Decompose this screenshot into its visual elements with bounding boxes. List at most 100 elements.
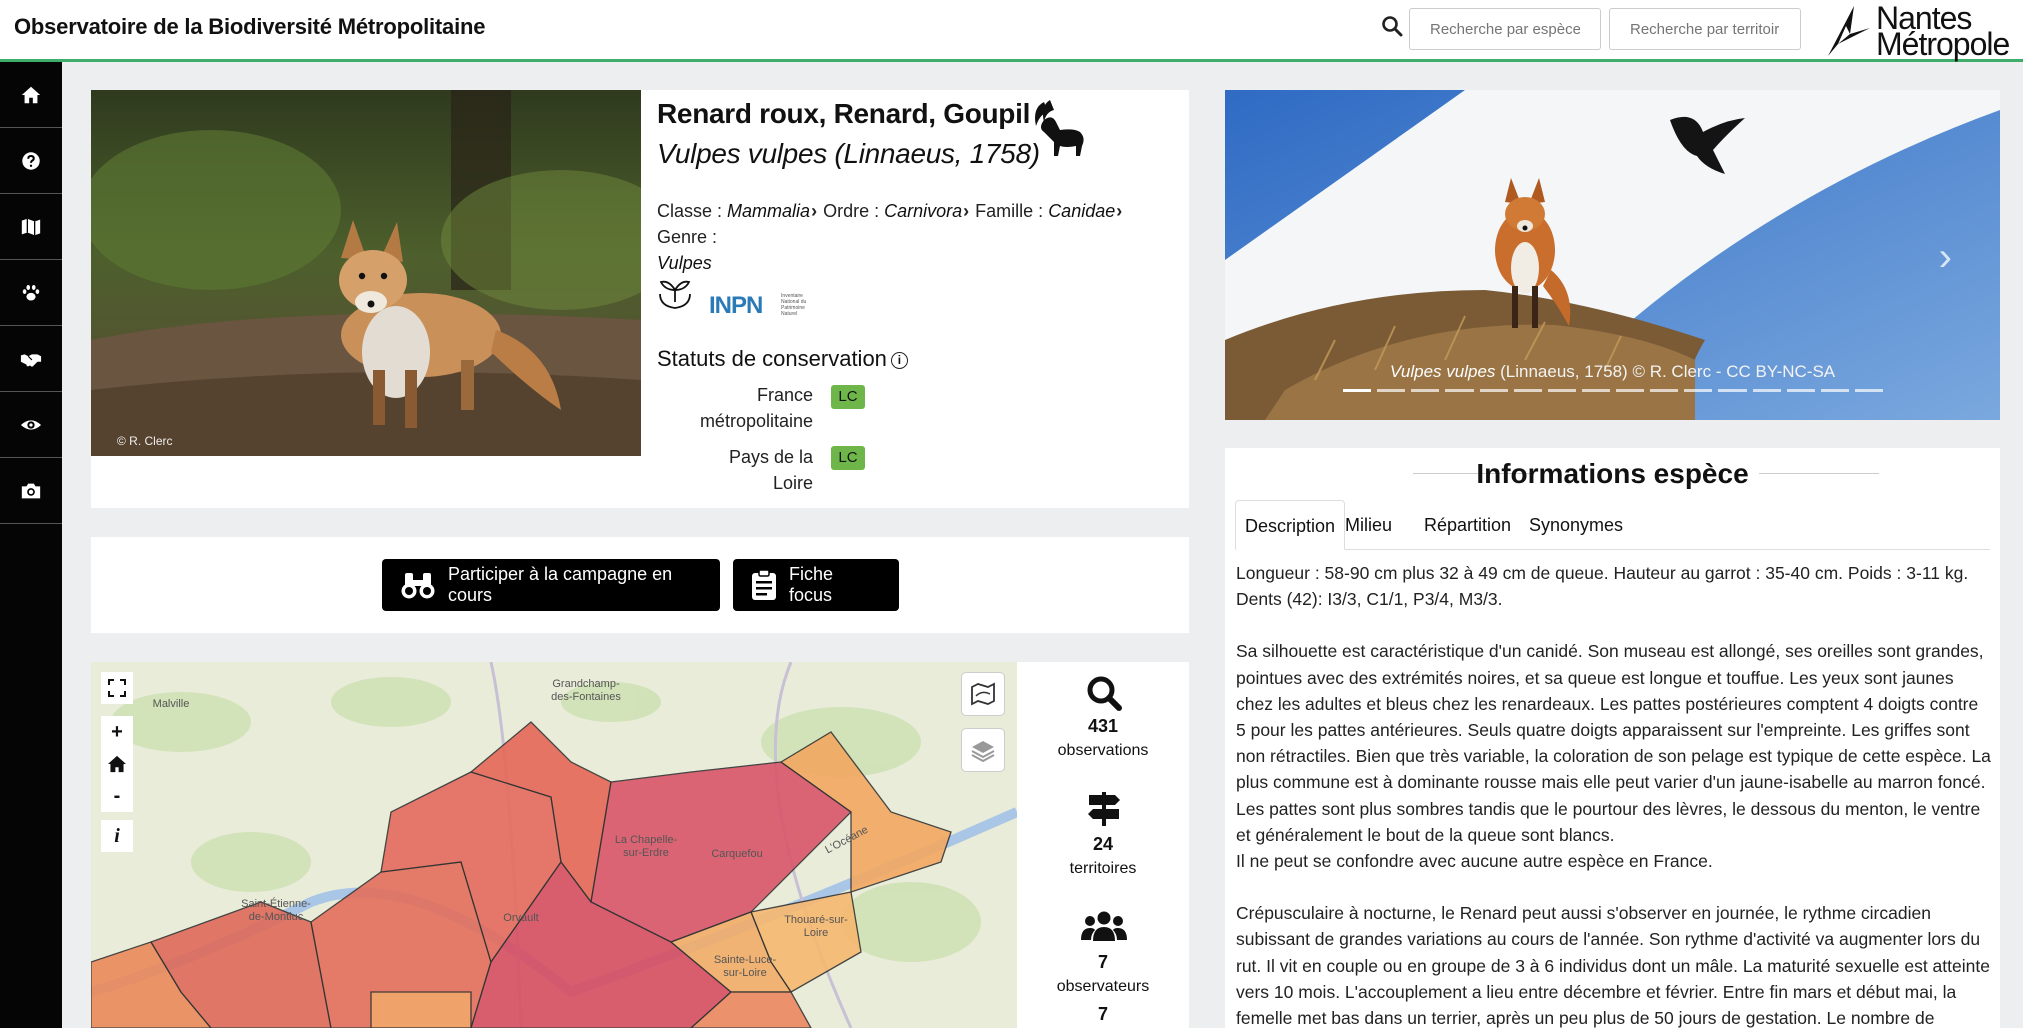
map-label-orvault: Orvault [503,912,539,924]
tab-synonymes[interactable]: Synonymes [1520,500,1632,550]
stat-observers-value: 7 [1097,952,1108,972]
map-base-layer [91,662,1017,1028]
carousel-indicators [1343,389,1883,392]
inpn-caption: Inventaire National du Patrimoine Nature… [781,293,807,317]
sidebar-item-partners[interactable] [0,326,62,392]
stat-territories-label: territoires [1069,860,1137,877]
reference-badges: INPN Inventaire National du Patrimoine N… [657,276,817,322]
carousel-caption-sci: Vulpes vulpes [1389,362,1496,381]
info-icon[interactable]: i [890,352,908,369]
top-header: Observatoire de la Biodiversité Métropol… [0,0,2023,62]
sidebar-nav [0,62,62,1028]
description-paragraph: Longueur : 58-90 cm plus 32 à 49 cm de q… [1236,563,1969,610]
carousel-indicator[interactable] [1616,389,1645,392]
sidebar-item-observations[interactable] [0,392,62,458]
camera-icon [21,483,41,498]
photo-credit: © R. Clerc [117,434,173,448]
tab-repartition[interactable]: Répartition [1415,500,1520,550]
search-icon[interactable] [1380,14,1404,38]
carousel-indicator[interactable] [1445,389,1474,392]
participate-campaign-label: Participer à la campagne en cours [448,564,673,605]
carousel-indicator[interactable] [1752,389,1781,392]
carousel-indicator[interactable] [1581,389,1610,392]
carousel-indicator[interactable] [1547,389,1576,392]
stat-territories-value: 24 [1092,834,1114,854]
sidebar-item-map[interactable] [0,194,62,260]
zoom-in-button[interactable]: + [101,716,133,748]
status-region-pays-de-la-loire: Pays de la Loire [728,447,813,493]
sidebar-item-species[interactable] [0,260,62,326]
status-badge[interactable]: LC [831,446,865,470]
map-label-carquefou: Carquefou [711,848,763,860]
map-label-thouare: Thouaré-sur-Loire [784,914,848,939]
species-search-input[interactable] [1409,8,1601,50]
taxonomy-classe[interactable]: Mammalia [727,201,810,221]
territory-search-input[interactable] [1609,8,1801,50]
chevron-right-icon: › [811,201,818,221]
basemap-switch-button[interactable] [961,672,1005,716]
taxonomy-famille[interactable]: Canidae [1048,201,1115,221]
question-icon [22,151,40,170]
stat-observations-label: observations [1057,742,1149,759]
sidebar-item-help[interactable] [0,128,62,194]
taxonomy-ordre[interactable]: Carnivora [884,201,962,221]
taxonomy-breadcrumb: Classe : Mammalia› Ordre : Carnivora› Fa… [657,198,1177,276]
map-label-saint-etienne: Saint-Étienne-de-Montluc [241,898,311,923]
chevron-right-icon: › [1116,201,1123,221]
focus-sheet-button[interactable]: Fiche focus [733,559,899,611]
fullscreen-icon [108,679,126,697]
protected-species-icon[interactable] [657,276,693,312]
carousel-indicator[interactable] [1854,389,1883,392]
map-label-malville: Malville [152,698,190,710]
layers-button[interactable] [961,728,1005,772]
taxonomy-classe-label: Classe : [657,201,723,221]
stat-extra-value: 7 [1097,1004,1108,1024]
tab-milieu[interactable]: Milieu [1336,500,1401,550]
site-title[interactable]: Observatoire de la Biodiversité Métropol… [14,14,485,40]
map-home-button[interactable] [101,748,133,780]
binoculars-icon [401,573,435,599]
taxonomy-genre[interactable]: Vulpes [657,253,712,273]
nantes-metropole-logo[interactable]: Nantes Métropole [1824,2,2014,60]
carousel-indicator[interactable] [1513,389,1542,392]
description-text: Longueur : 58-90 cm plus 32 à 49 cm de q… [1236,560,1992,1028]
description-paragraph: Il ne peut se confondre avec aucune autr… [1236,851,1713,872]
zoom-out-button[interactable]: - [101,780,133,812]
carousel-indicator[interactable] [1343,389,1372,392]
carousel-indicator[interactable] [1684,389,1713,392]
carousel-indicator[interactable] [1820,389,1849,392]
distribution-map[interactable]: Grandchamp-des-Fontaines Saint-Étienne-d… [91,662,1017,1028]
carousel-indicator[interactable] [1377,389,1406,392]
layers-icon [971,741,995,762]
map-info-button[interactable]: i [101,820,133,852]
map-label-la-chapelle: La Chapelle-sur-Erdre [614,834,678,859]
fullscreen-button[interactable] [101,672,133,704]
carousel-indicator[interactable] [1718,389,1747,392]
conservation-status-title: Statuts de conservation i [657,346,908,372]
chevron-right-icon[interactable]: › [1939,235,1952,280]
stat-observers-label: observateurs [1056,978,1150,995]
home-icon [21,86,41,103]
status-region-france: France métropolitaine [699,385,813,431]
carousel-indicator[interactable] [1411,389,1440,392]
carousel-indicator[interactable] [1786,389,1815,392]
species-info-card: Informations espèce Description Milieu R… [1225,448,2000,1028]
carousel-caption-credit: (Linnaeus, 1758) © R. Clerc - CC BY-NC-S… [1495,362,1836,381]
handshake-icon [20,353,42,367]
species-photo[interactable]: © R. Clerc [91,90,641,456]
ibex-icon [1035,100,1084,156]
inpn-logo[interactable]: INPN Inventaire National du Patrimoine N… [709,292,819,320]
sidebar-item-home[interactable] [0,62,62,128]
stat-observations-value: 431 [1087,716,1119,736]
carousel-indicator[interactable] [1650,389,1679,392]
status-badge[interactable]: LC [831,385,865,409]
actions-card: Participer à la campagne en cours Fiche … [91,537,1189,633]
participate-campaign-button[interactable]: Participer à la campagne en cours [382,559,720,611]
carousel-indicator[interactable] [1479,389,1508,392]
map-icon [21,218,41,235]
species-photo-carousel[interactable]: Vulpes vulpes (Linnaeus, 1758) © R. Cler… [1225,90,2000,420]
tab-description[interactable]: Description [1235,500,1346,550]
users-icon [1081,911,1127,941]
taxonomy-famille-label: Famille : [975,201,1044,221]
sidebar-item-gallery[interactable] [0,458,62,524]
